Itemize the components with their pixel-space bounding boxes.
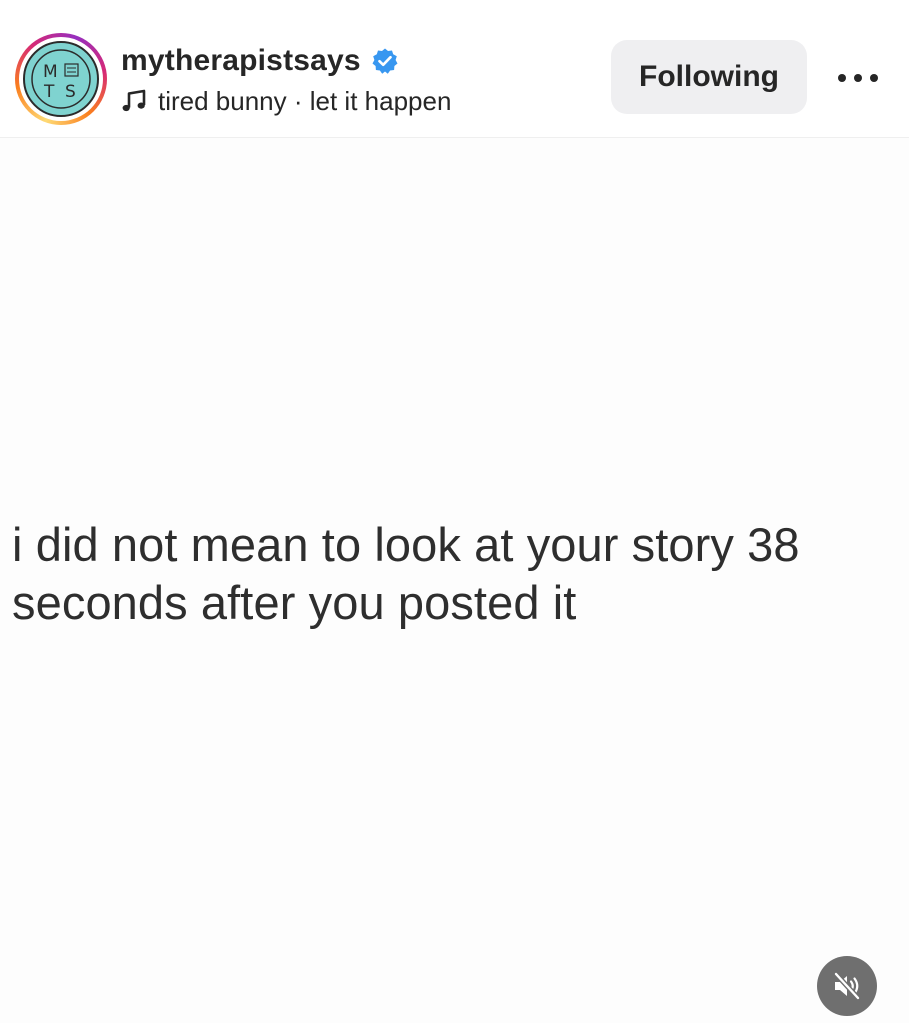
- avatar[interactable]: M T S: [23, 41, 99, 117]
- audio-link[interactable]: tired bunny · let it happen: [120, 84, 451, 118]
- username-row: mytherapistsays: [121, 42, 399, 80]
- muted-speaker-icon: [833, 971, 861, 1001]
- mute-toggle-button[interactable]: [817, 956, 877, 1016]
- media-caption-text: i did not mean to look at your story 38 …: [12, 516, 902, 632]
- following-button[interactable]: Following: [611, 40, 807, 114]
- caption-line: seconds after you posted it: [12, 576, 577, 629]
- verified-badge-icon: [371, 47, 399, 75]
- caption-line: i did not mean to look at your story 38: [12, 518, 800, 571]
- story-ring[interactable]: M T S: [15, 33, 107, 125]
- post-header: M T S mytherapistsays tired bunny · let …: [0, 0, 909, 138]
- logo-letter-s: S: [65, 82, 76, 102]
- more-options-icon[interactable]: [830, 58, 886, 98]
- logo-letter-t: T: [43, 82, 55, 102]
- logo-letter-m: M: [43, 62, 58, 82]
- audio-track-label: tired bunny · let it happen: [158, 85, 452, 116]
- post-media[interactable]: i did not mean to look at your story 38 …: [0, 138, 909, 1023]
- mts-logo-icon: M T S: [31, 49, 91, 109]
- music-note-icon: [120, 87, 148, 115]
- avatar-ring-gap: M T S: [19, 37, 103, 121]
- username-link[interactable]: mytherapistsays: [121, 44, 361, 78]
